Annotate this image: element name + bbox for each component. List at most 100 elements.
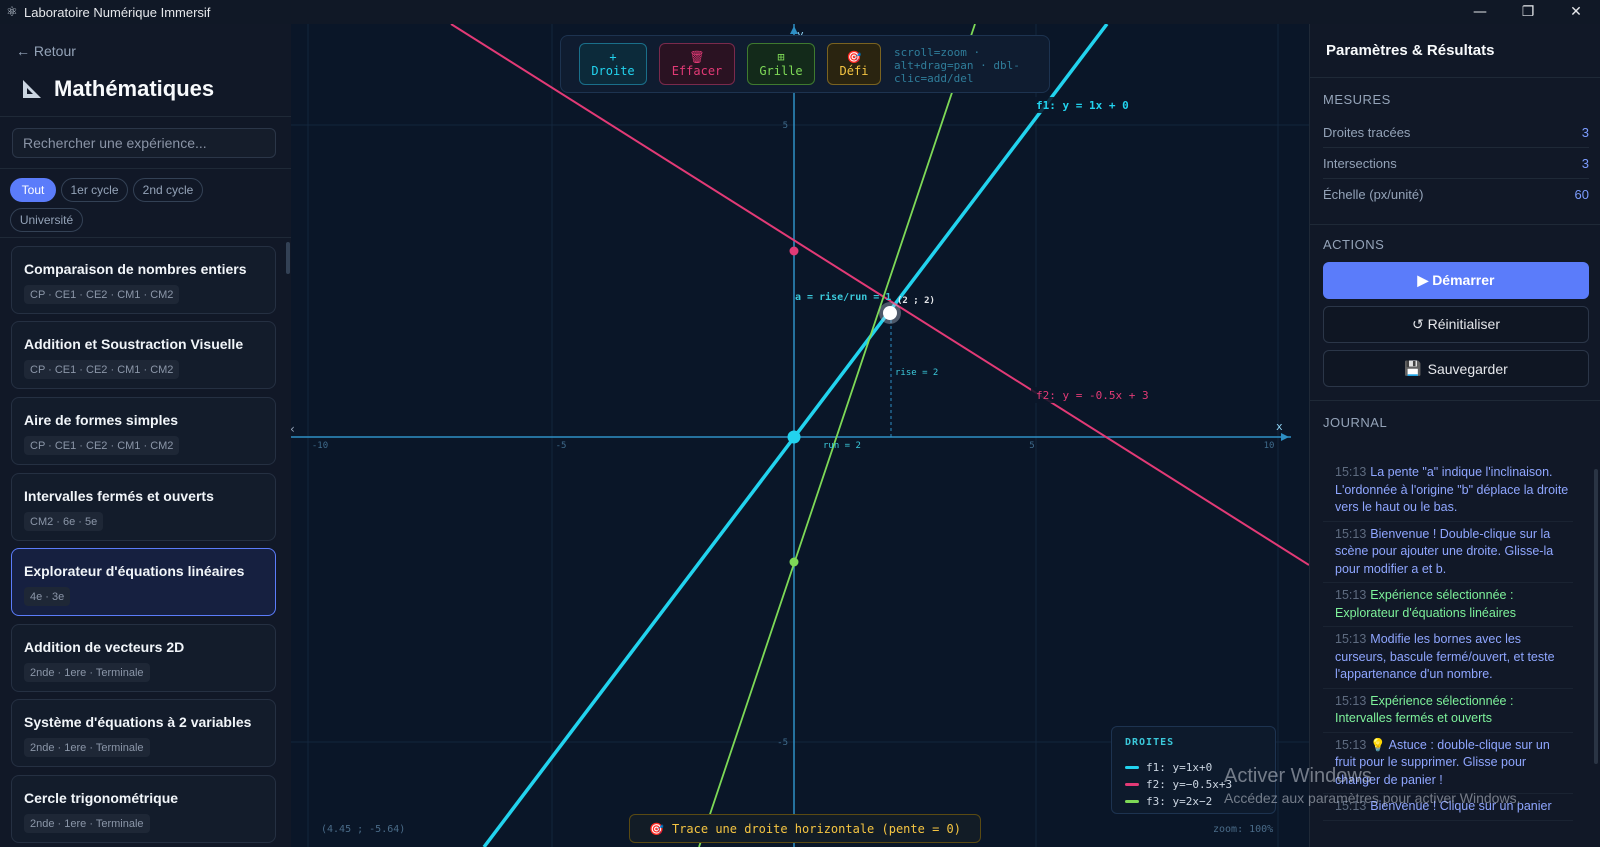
- controls-hint: scroll=zoom · alt+drag=pan · dbl-clic=ad…: [894, 46, 1020, 85]
- experiment-title: Cercle trigonométrique: [24, 790, 179, 806]
- experiment-card[interactable]: Intervalles fermés et ouverts CM2 · 6e ·…: [11, 473, 276, 541]
- cursor-coordinates: (4.45 ; -5.64): [321, 824, 406, 835]
- page-title: Mathématiques: [20, 76, 214, 102]
- metric-label: Échelle (px/unité): [1323, 187, 1424, 202]
- journal-scrollbar[interactable]: [1594, 469, 1598, 764]
- watermark-line2: Accédez aux paramètres pour activer Wind…: [1224, 790, 1521, 806]
- tick-label-x: 10: [1264, 441, 1275, 451]
- metric-row: Droites tracées 3: [1323, 117, 1589, 148]
- slope-label: a = rise/run = 1: [795, 291, 891, 303]
- maximize-icon[interactable]: ❐: [1504, 0, 1552, 24]
- challenge-button[interactable]: 🎯 Défi: [827, 43, 881, 85]
- target-icon: 🎯: [846, 50, 862, 64]
- graph-svg[interactable]: x y -10 -5 5 10 5 -5 rise = 2 run = 2 a …: [291, 24, 1309, 847]
- legend-swatch: [1125, 800, 1139, 803]
- line-f3[interactable]: [698, 24, 976, 847]
- experiment-card[interactable]: Aire de formes simples CP · CE1 · CE2 · …: [11, 397, 276, 465]
- sidebar-scrollbar[interactable]: [286, 242, 290, 274]
- erase-button[interactable]: 🗑 Effacer: [659, 43, 735, 85]
- level-tag: 2nde · 1ere · Terminale: [24, 814, 150, 833]
- experiment-title: Aire de formes simples: [24, 412, 179, 428]
- trash-icon: 🗑: [689, 50, 705, 64]
- grid-toggle-button[interactable]: ⊞ Grille: [747, 43, 815, 85]
- experiment-title: Addition et Soustraction Visuelle: [24, 336, 244, 352]
- legend-swatch: [1125, 783, 1139, 786]
- log-entry: 15:13 Modifie les bornes avec les curseur…: [1323, 627, 1573, 689]
- add-line-button[interactable]: + Droite: [579, 43, 647, 85]
- experiment-card-selected[interactable]: Explorateur d'équations linéaires 4e · 3…: [11, 548, 276, 616]
- filter-chip-university[interactable]: Université: [10, 208, 83, 232]
- divider: [0, 237, 291, 238]
- level-tag: CM2 · 6e · 5e: [24, 512, 104, 531]
- page-title-text: Mathématiques: [54, 76, 215, 101]
- minimize-icon[interactable]: —: [1456, 0, 1504, 24]
- metric-label: Intersections: [1323, 155, 1397, 171]
- legend-item-f3: f3: y=2x−2: [1125, 795, 1212, 808]
- windows-activation-watermark: Activer Windows Accédez aux paramètres p…: [1224, 765, 1520, 806]
- experiment-card[interactable]: Comparaison de nombres entiers CP · CE1 …: [11, 246, 276, 314]
- grid-label: Grille: [759, 64, 803, 78]
- experiment-card[interactable]: Système d'équations à 2 variables 2nde ·…: [11, 699, 276, 767]
- experiment-sidebar: ← Retour Mathématiques Tout 1er cycle 2n…: [0, 24, 292, 847]
- f2-intercept-handle[interactable]: [789, 246, 799, 256]
- save-label: Sauvegarder: [1427, 360, 1508, 377]
- filter-chip-cycle2[interactable]: 2nd cycle: [133, 178, 203, 202]
- log-time: 15:13: [1335, 632, 1367, 646]
- log-entry: 15:13 La pente "a" indique l'inclinaison.…: [1323, 460, 1573, 522]
- zoom-level: zoom: 100%: [1213, 824, 1274, 835]
- log-entry: 15:13 Expérience sélectionnée : Intervall…: [1323, 689, 1573, 733]
- filter-chip-cycle1[interactable]: 1er cycle: [61, 178, 128, 202]
- level-tag: CP · CE1 · CE2 · CM1 · CM2: [24, 436, 180, 455]
- level-tag: 4e · 3e: [24, 587, 71, 606]
- line-label-f2: f2: y = -0.5x + 3: [1036, 389, 1149, 402]
- level-tag: CP · CE1 · CE2 · CM1 · CM2: [24, 285, 180, 304]
- line-label-f1: f1: y = 1x + 0: [1036, 99, 1129, 112]
- window-controls: — ❐ ✕: [1456, 0, 1600, 24]
- legend-item-f2: f2: y=−0.5x+3: [1125, 778, 1232, 791]
- divider: [1310, 400, 1600, 401]
- section-title-measures: MESURES: [1323, 92, 1391, 107]
- experiment-title: Intervalles fermés et ouverts: [24, 488, 214, 504]
- f1-intercept-handle[interactable]: [787, 430, 801, 444]
- f3-intercept-handle[interactable]: [789, 557, 799, 567]
- app-icon: ⚛: [6, 4, 18, 20]
- reset-button[interactable]: ↺ Réinitialiser: [1323, 306, 1589, 343]
- tick-label-x: -10: [312, 441, 328, 451]
- tick-label-y: -5: [777, 738, 788, 748]
- filter-chip-all[interactable]: Tout: [10, 178, 56, 202]
- save-button[interactable]: 💾 Sauvegarder: [1323, 350, 1589, 387]
- canvas-toolbar: + Droite 🗑 Effacer ⊞ Grille 🎯 Défi scrol…: [560, 35, 1050, 93]
- legend-label: f2: y=−0.5x+3: [1146, 778, 1233, 791]
- x-axis-arrow: [1281, 433, 1289, 441]
- metric-row: Échelle (px/unité) 60: [1323, 179, 1589, 210]
- divider: [1310, 77, 1600, 78]
- legend-label: f3: y=2x−2: [1146, 795, 1213, 808]
- experiment-title: Comparaison de nombres entiers: [24, 261, 247, 277]
- experiment-title: Addition de vecteurs 2D: [24, 639, 185, 655]
- legend-swatch: [1125, 766, 1139, 769]
- log-time: 15:13: [1335, 465, 1367, 479]
- watermark-line1: Activer Windows: [1224, 765, 1372, 787]
- plus-icon: +: [609, 50, 617, 64]
- search-input[interactable]: [12, 128, 276, 158]
- tick-label-x: 5: [1029, 441, 1034, 451]
- back-link[interactable]: ← Retour: [16, 43, 76, 59]
- graph-canvas[interactable]: x y -10 -5 5 10 5 -5 rise = 2 run = 2 a …: [291, 24, 1309, 847]
- log-entry: 15:13 Bienvenue ! Double-clique sur la sc…: [1323, 522, 1573, 583]
- start-button[interactable]: ▶ Démarrer: [1323, 262, 1589, 299]
- metric-value: 60: [1574, 187, 1589, 202]
- experiment-card[interactable]: Addition et Soustraction Visuelle CP · C…: [11, 321, 276, 389]
- legend-item-f1: f1: y=1x+0: [1125, 761, 1212, 774]
- drag-handle[interactable]: [883, 306, 897, 320]
- panel-title: Paramètres & Résultats: [1326, 42, 1495, 59]
- log-text: Modifie les bornes avec les curseurs, ba…: [1335, 632, 1555, 681]
- tick-label-y: 5: [783, 121, 788, 131]
- chevron-left-icon[interactable]: ‹: [291, 422, 295, 436]
- experiment-card[interactable]: Addition de vecteurs 2D 2nde · 1ere · Te…: [11, 624, 276, 692]
- challenge-label: Défi: [839, 64, 869, 78]
- log-text: Bienvenue ! Double-clique sur la scène p…: [1335, 526, 1554, 576]
- close-icon[interactable]: ✕: [1552, 0, 1600, 24]
- log-time: 15:13: [1335, 737, 1367, 752]
- title-bar: ⚛ Laboratoire Numérique Immersif — ❐ ✕: [0, 0, 1600, 25]
- experiment-card[interactable]: Cercle trigonométrique 2nde · 1ere · Ter…: [11, 775, 276, 843]
